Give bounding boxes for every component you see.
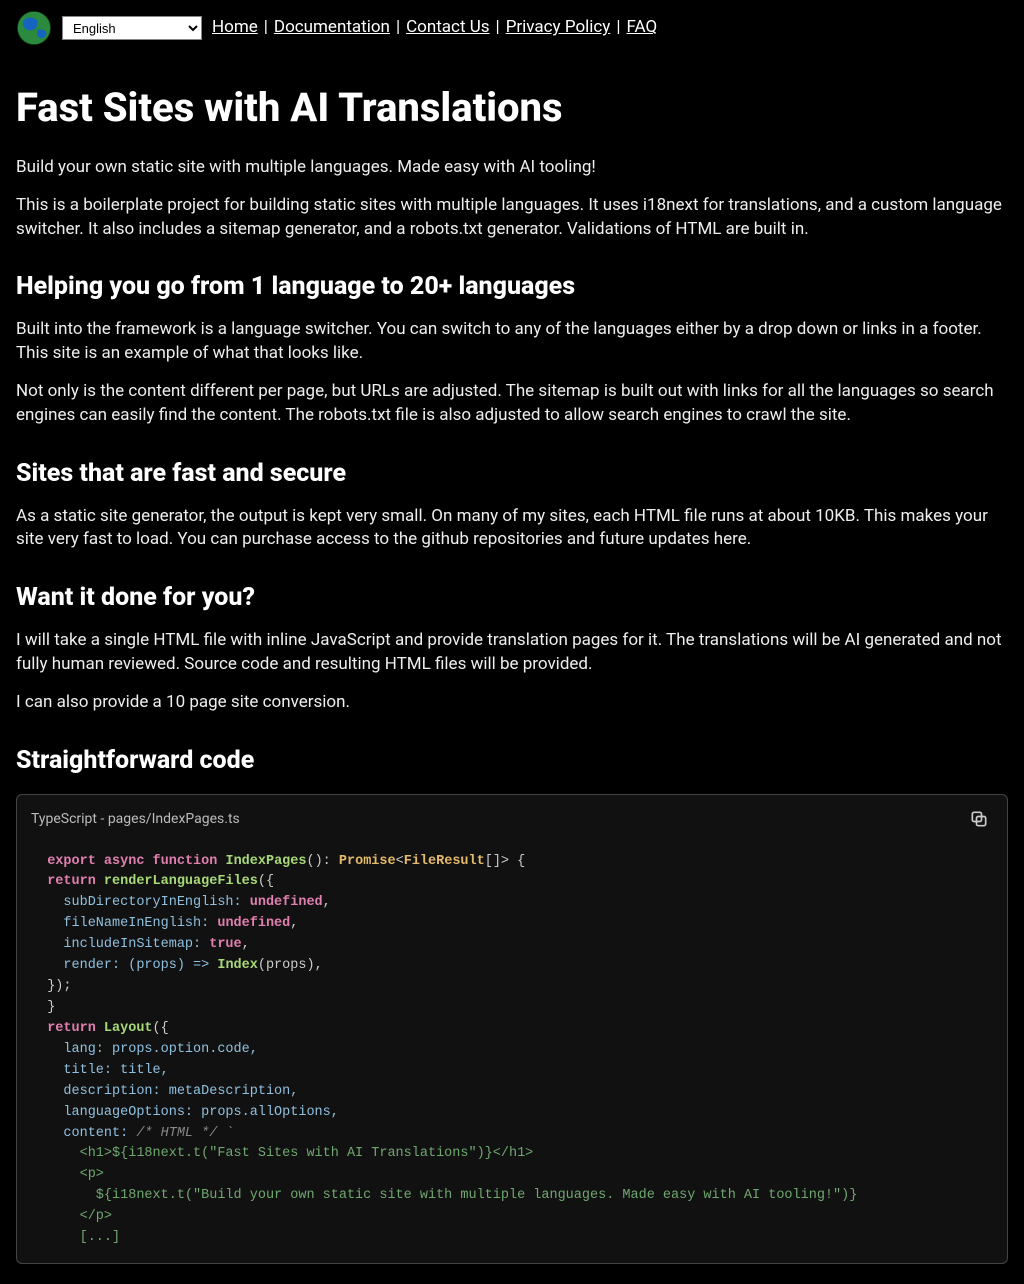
- code-token: ({: [153, 1021, 169, 1036]
- code-token: renderLanguageFiles: [104, 874, 258, 889]
- main-content: Fast Sites with AI Translations Build yo…: [0, 80, 1024, 1284]
- body-paragraph: Built into the framework is a language s…: [16, 318, 1008, 366]
- code-content: export async function IndexPages(): Prom…: [17, 846, 1007, 1264]
- code-token: subDirectoryInEnglish:: [31, 895, 250, 910]
- code-token: ():: [306, 854, 338, 869]
- code-header: TypeScript - pages/IndexPages.ts: [17, 795, 1007, 846]
- code-filename: TypeScript - pages/IndexPages.ts: [31, 810, 240, 830]
- nav-links: Home | Documentation | Contact Us | Priv…: [212, 16, 657, 40]
- section-heading: Helping you go from 1 language to 20+ la…: [16, 269, 1008, 304]
- nav-separator: |: [616, 16, 620, 40]
- code-token: ({: [258, 874, 274, 889]
- language-select[interactable]: English: [62, 16, 202, 40]
- code-token: content:: [31, 1126, 136, 1141]
- body-paragraph: This is a boilerplate project for buildi…: [16, 194, 1008, 242]
- copy-icon: [969, 809, 989, 832]
- nav-faq[interactable]: FAQ: [627, 16, 658, 40]
- code-token: description: metaDescription,: [31, 1084, 298, 1099]
- nav-separator: |: [396, 16, 400, 40]
- code-token: lang: props.option.code,: [31, 1042, 258, 1057]
- code-token: includeInSitemap:: [31, 937, 209, 952]
- code-token: FileResult: [404, 854, 485, 869]
- code-token: <p>: [31, 1167, 104, 1182]
- section-heading: Want it done for you?: [16, 580, 1008, 615]
- code-token: export: [47, 854, 96, 869]
- globe-icon: [16, 10, 52, 46]
- code-token: <h1>${i18next.t("Fast Sites with AI Tran…: [31, 1146, 533, 1161]
- code-token: [...]: [31, 1230, 120, 1245]
- code-token: (props),: [258, 958, 323, 973]
- body-paragraph: I can also provide a 10 page site conver…: [16, 691, 1008, 715]
- code-token: async: [104, 854, 145, 869]
- top-nav: English Home | Documentation | Contact U…: [0, 0, 1024, 56]
- intro-paragraph: Build your own static site with multiple…: [16, 156, 1008, 180]
- code-token: ,: [242, 937, 250, 952]
- code-token: ,: [290, 916, 298, 931]
- section-heading: Straightforward code: [16, 743, 1008, 778]
- nav-home[interactable]: Home: [212, 16, 258, 40]
- code-token: undefined: [250, 895, 323, 910]
- code-token: </p>: [31, 1209, 112, 1224]
- code-token: title: title,: [31, 1063, 169, 1078]
- code-token: fileNameInEnglish:: [31, 916, 217, 931]
- code-token: return: [47, 874, 96, 889]
- section-heading: Sites that are fast and secure: [16, 456, 1008, 491]
- code-token: }: [47, 1000, 55, 1015]
- code-token: <: [396, 854, 404, 869]
- code-token: return: [47, 1021, 96, 1036]
- code-token: render: (props) =>: [31, 958, 217, 973]
- nav-separator: |: [496, 16, 500, 40]
- copy-button[interactable]: [965, 805, 993, 836]
- code-block: TypeScript - pages/IndexPages.ts export …: [16, 794, 1008, 1265]
- code-token: Layout: [104, 1021, 153, 1036]
- nav-contact[interactable]: Contact Us: [406, 16, 489, 40]
- code-token: undefined: [217, 916, 290, 931]
- code-token: });: [47, 979, 71, 994]
- nav-separator: |: [264, 16, 268, 40]
- code-token: []> {: [485, 854, 526, 869]
- code-token: Promise: [339, 854, 396, 869]
- body-paragraph: Not only is the content different per pa…: [16, 380, 1008, 428]
- body-paragraph: I will take a single HTML file with inli…: [16, 629, 1008, 677]
- code-token: ${i18next.t("Build your own static site …: [31, 1188, 857, 1203]
- code-token: function: [153, 854, 218, 869]
- code-token: /* HTML */ `: [136, 1126, 233, 1141]
- nav-privacy[interactable]: Privacy Policy: [506, 16, 611, 40]
- page-title: Fast Sites with AI Translations: [16, 80, 1008, 136]
- body-paragraph: As a static site generator, the output i…: [16, 505, 1008, 553]
- code-token: IndexPages: [225, 854, 306, 869]
- code-token: Index: [217, 958, 258, 973]
- code-token: ,: [323, 895, 331, 910]
- nav-documentation[interactable]: Documentation: [274, 16, 390, 40]
- code-token: true: [209, 937, 241, 952]
- code-token: languageOptions: props.allOptions,: [31, 1105, 339, 1120]
